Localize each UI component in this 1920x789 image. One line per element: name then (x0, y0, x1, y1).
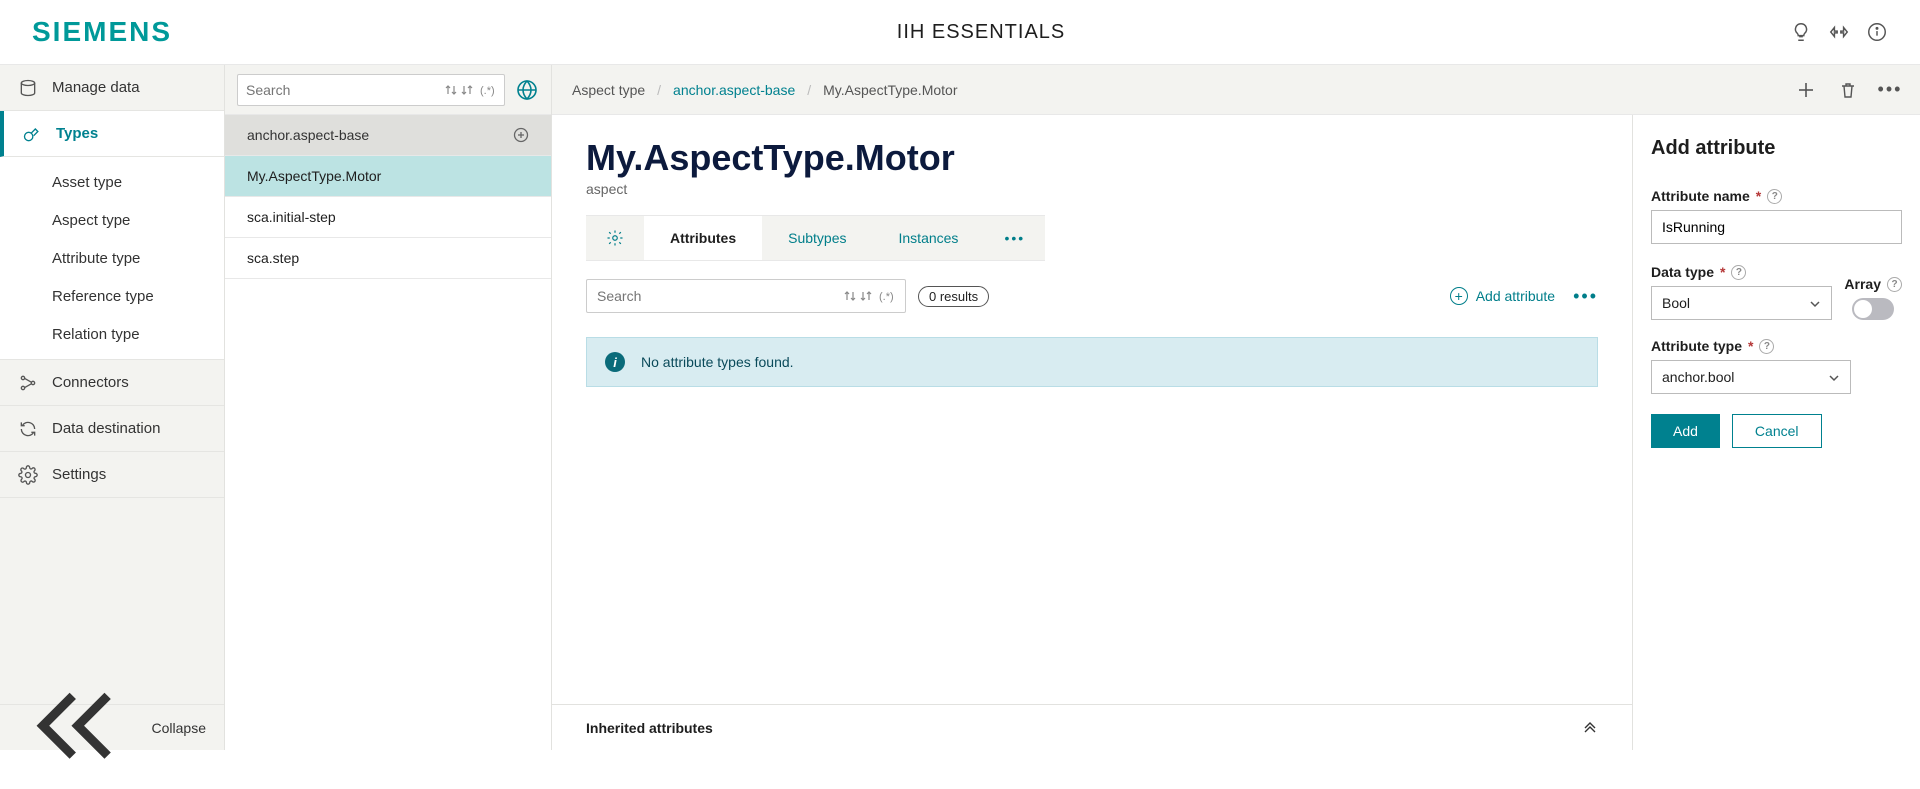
tabstrip: Attributes Subtypes Instances ••• (586, 215, 1045, 261)
add-button[interactable]: Add (1651, 414, 1720, 448)
brand-logo: SIEMENS (32, 16, 172, 48)
array-toggle[interactable] (1852, 298, 1894, 320)
page-title: My.AspectType.Motor (586, 137, 1598, 179)
help-icon[interactable]: ? (1759, 339, 1774, 354)
tab-instances[interactable]: Instances (873, 216, 985, 260)
help-icon[interactable]: ? (1731, 265, 1746, 280)
nav-child-aspect-type[interactable]: Aspect type (0, 201, 224, 239)
search-tools-icon[interactable]: (.*) (843, 288, 895, 304)
list-item[interactable]: sca.initial-step (225, 197, 551, 238)
trash-icon[interactable] (1838, 80, 1858, 100)
tab-attributes[interactable]: Attributes (644, 216, 762, 260)
svg-text:(.*): (.*) (480, 85, 495, 97)
required-marker: * (1720, 264, 1725, 280)
collapse-icon (18, 666, 138, 789)
inherited-attributes-bar[interactable]: Inherited attributes (552, 704, 1632, 750)
field-label-attrtype: Attribute type (1651, 338, 1742, 354)
left-nav: Manage data Types Asset type Aspect type… (0, 65, 225, 750)
nav-label: Data destination (52, 420, 160, 437)
attribute-name-input[interactable] (1651, 210, 1902, 244)
type-search-input[interactable] (246, 82, 444, 98)
breadcrumb-sep: / (657, 82, 661, 98)
chevron-down-icon (1828, 371, 1840, 383)
breadcrumb-item: Aspect type (572, 82, 645, 98)
attribute-search-input[interactable] (597, 288, 843, 304)
results-count: 0 results (918, 286, 989, 307)
search-tools-icon[interactable]: (.*) (444, 82, 496, 98)
nav-connectors[interactable]: Connectors (0, 360, 224, 406)
type-list-panel: (.*) anchor.aspect-base My.AspectType.Mo… (225, 65, 552, 750)
globe-icon[interactable] (515, 78, 539, 102)
help-icon[interactable]: ? (1887, 277, 1902, 292)
app-title: IIH ESSENTIALS (172, 21, 1790, 44)
required-marker: * (1748, 338, 1753, 354)
list-item[interactable]: sca.step (225, 238, 551, 279)
plus-circle-icon[interactable] (513, 127, 529, 143)
nav-child-reference-type[interactable]: Reference type (0, 277, 224, 315)
tab-more[interactable]: ••• (984, 216, 1045, 260)
nav-manage-data[interactable]: Manage data (0, 65, 224, 111)
lightbulb-icon[interactable] (1790, 21, 1812, 43)
nav-label: Collapse (152, 720, 206, 736)
gear-icon (606, 229, 624, 247)
add-attribute-panel: Add attribute Attribute name * ? Data ty (1632, 115, 1920, 750)
nav-label: Manage data (52, 79, 140, 96)
plus-circle-icon: + (1450, 287, 1468, 305)
list-item[interactable]: My.AspectType.Motor (225, 156, 551, 197)
info-icon: i (605, 352, 625, 372)
add-icon[interactable] (1796, 80, 1816, 100)
nav-label: Settings (52, 466, 106, 483)
sync-icon (18, 419, 38, 439)
connectors-icon (18, 373, 38, 393)
required-marker: * (1756, 188, 1761, 204)
attribute-type-select[interactable]: anchor.bool (1651, 360, 1851, 394)
tab-settings-gear[interactable] (586, 216, 644, 260)
field-label-datatype: Data type (1651, 264, 1714, 280)
svg-text:(.*): (.*) (879, 291, 894, 303)
info-banner: i No attribute types found. (586, 337, 1598, 387)
nav-collapse[interactable]: Collapse (0, 704, 224, 750)
chevron-down-icon (1809, 297, 1821, 309)
nav-label: Connectors (52, 374, 129, 391)
breadcrumb-sep: / (807, 82, 811, 98)
help-icon[interactable]: ? (1767, 189, 1782, 204)
nav-label: Types (56, 125, 98, 142)
gear-icon (18, 465, 38, 485)
field-label-name: Attribute name (1651, 188, 1750, 204)
nav-data-destination[interactable]: Data destination (0, 406, 224, 452)
nav-settings[interactable]: Settings (0, 452, 224, 498)
list-header-label: anchor.aspect-base (247, 127, 369, 143)
database-icon (18, 78, 38, 98)
nav-child-relation-type[interactable]: Relation type (0, 315, 224, 353)
header: SIEMENS IIH ESSENTIALS (0, 0, 1920, 65)
tab-subtypes[interactable]: Subtypes (762, 216, 872, 260)
chevron-up-icon (1582, 720, 1598, 736)
more-icon[interactable]: ••• (1880, 80, 1900, 100)
nav-child-asset-type[interactable]: Asset type (0, 163, 224, 201)
banner-text: No attribute types found. (641, 354, 794, 370)
feedback-icon[interactable] (1828, 21, 1850, 43)
more-icon[interactable]: ••• (1567, 286, 1598, 307)
inherited-label: Inherited attributes (586, 720, 713, 736)
add-attribute-button[interactable]: + Add attribute (1450, 287, 1555, 305)
info-icon[interactable] (1866, 21, 1888, 43)
nav-child-attribute-type[interactable]: Attribute type (0, 239, 224, 277)
page-subtitle: aspect (586, 181, 1598, 197)
panel-title: Add attribute (1651, 137, 1902, 160)
breadcrumb-current: My.AspectType.Motor (823, 82, 957, 98)
type-list-header[interactable]: anchor.aspect-base (225, 115, 551, 156)
breadcrumb: Aspect type / anchor.aspect-base / My.As… (552, 65, 1920, 115)
main-content: Aspect type / anchor.aspect-base / My.As… (552, 65, 1920, 750)
attribute-search-box[interactable]: (.*) (586, 279, 906, 313)
nav-types[interactable]: Types (0, 111, 224, 157)
type-search-box[interactable]: (.*) (237, 74, 505, 106)
cancel-button[interactable]: Cancel (1732, 414, 1822, 448)
field-label-array: Array (1844, 276, 1881, 292)
types-icon (22, 124, 42, 144)
datatype-select[interactable]: Bool (1651, 286, 1832, 320)
breadcrumb-link[interactable]: anchor.aspect-base (673, 82, 795, 98)
